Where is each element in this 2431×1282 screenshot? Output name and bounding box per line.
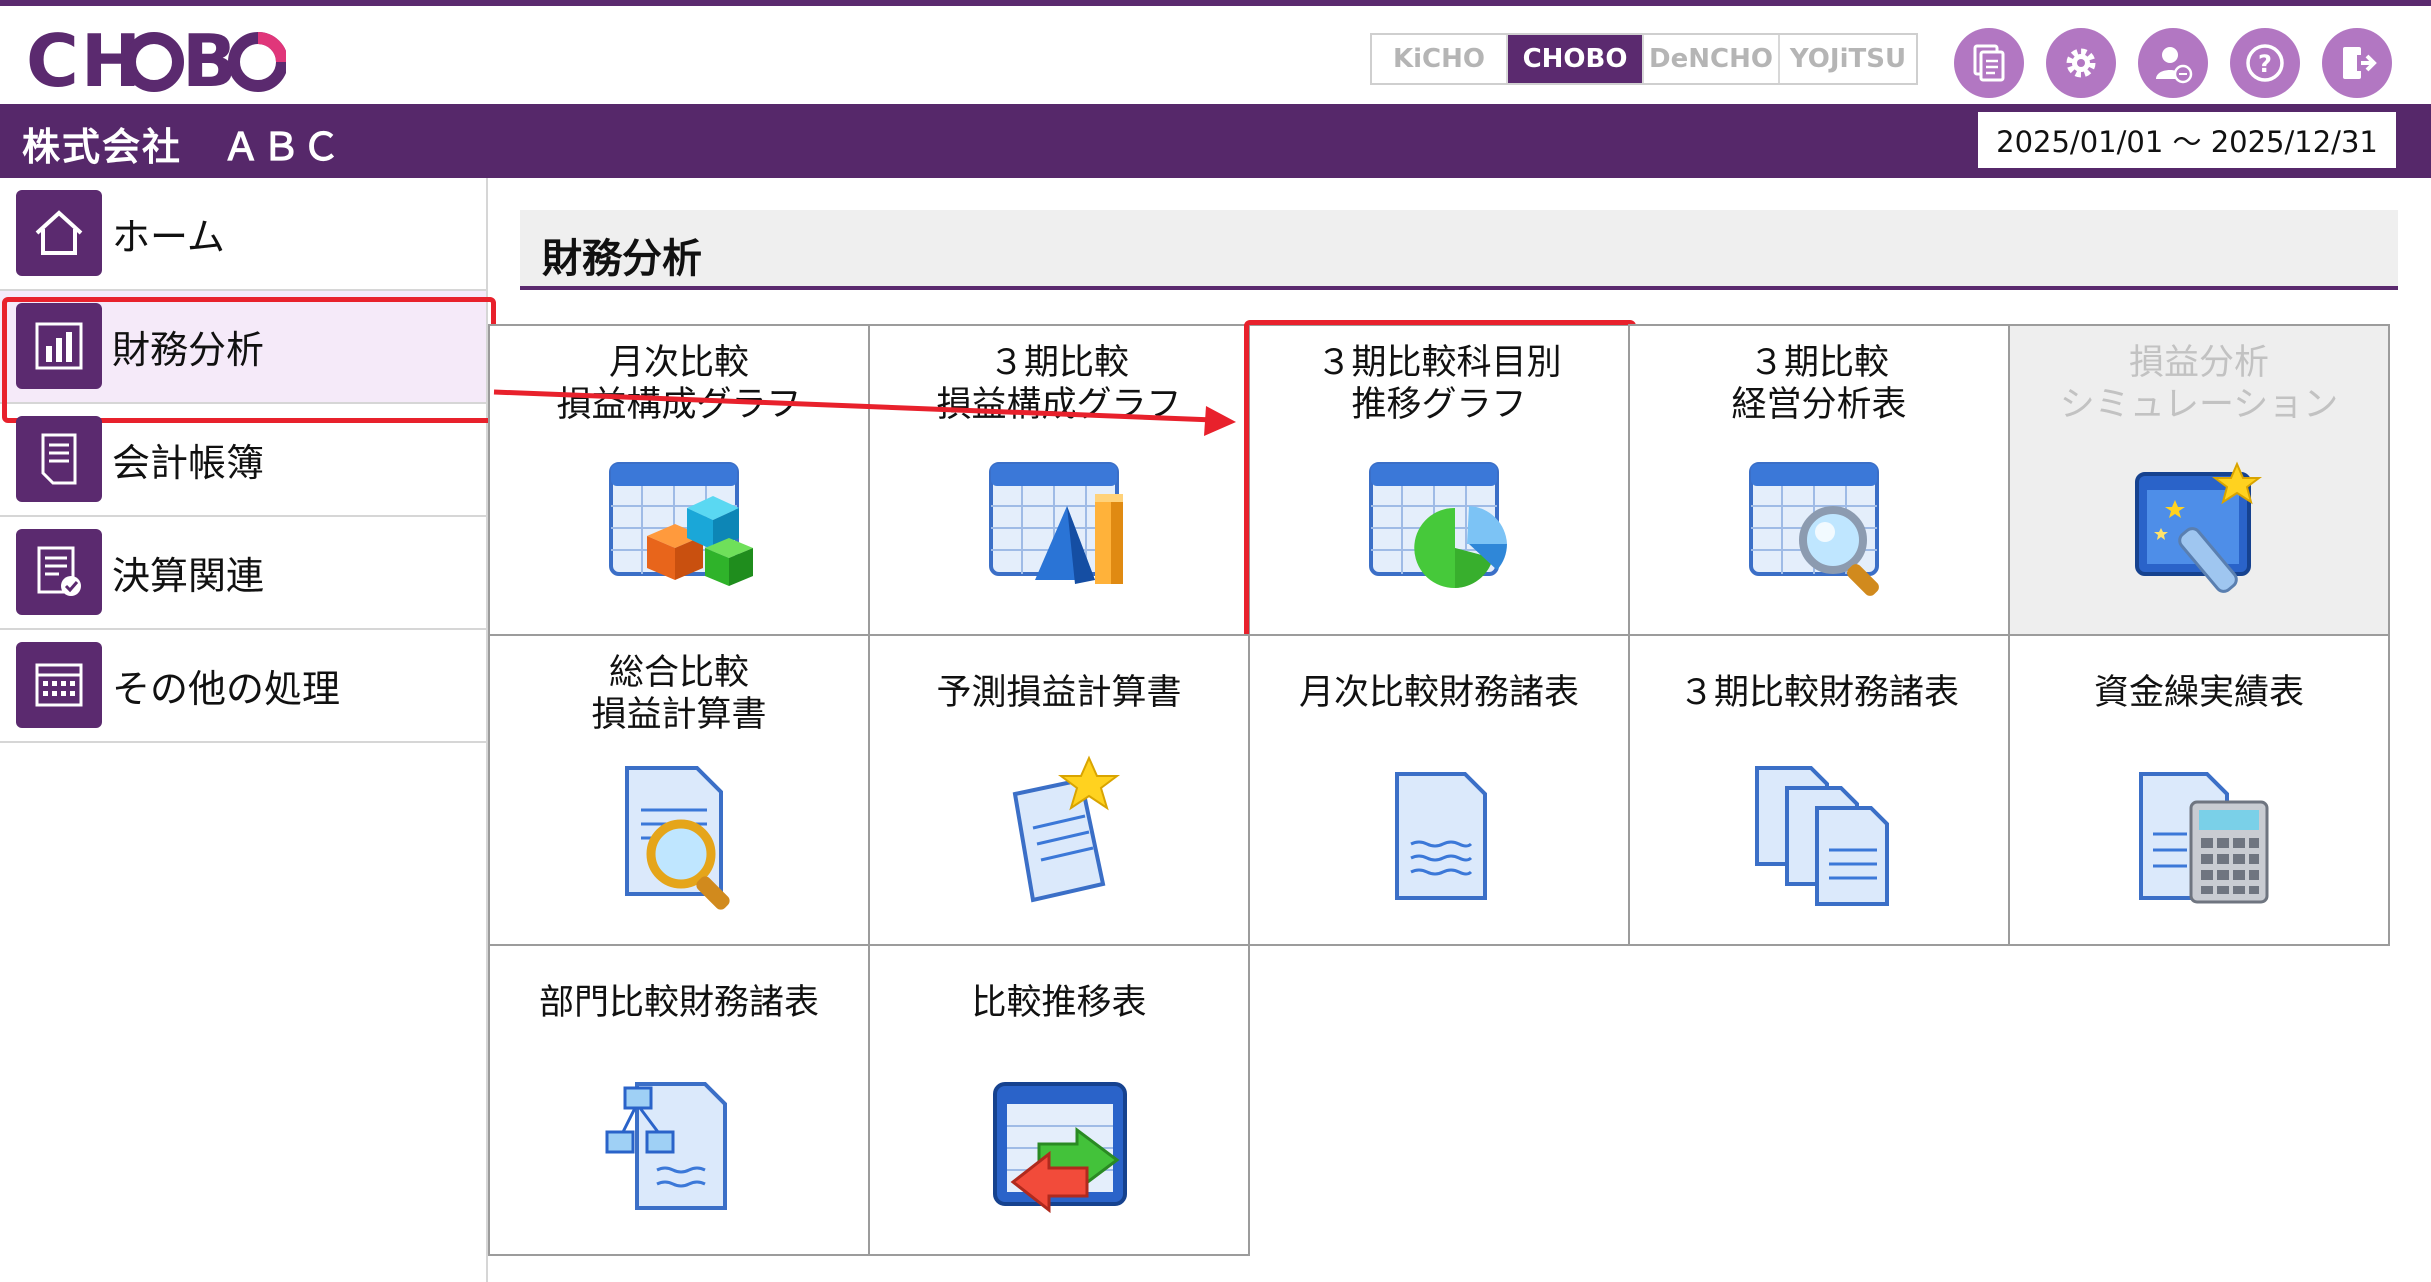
- document-icon: [1395, 772, 1487, 900]
- wand-icon: [2135, 461, 2262, 593]
- tile-pl-analysis-simulation[interactable]: 損益分析 シミュレーション: [2008, 324, 2390, 636]
- tile-label: 部門比較財務諸表: [538, 983, 819, 1023]
- tile-label: ３期比較財務諸表: [1678, 673, 1959, 713]
- tile-forecast-pl-statement[interactable]: 予測損益計算書: [868, 634, 1250, 946]
- tile-department-financial-statements[interactable]: 部門比較財務諸表: [488, 944, 870, 1256]
- calculator-document-icon: [2139, 772, 2269, 904]
- sidebar-item-label: 会計帳簿: [112, 441, 265, 485]
- gear-icon[interactable]: [2046, 28, 2116, 98]
- page-title-bar: 財務分析: [520, 210, 2398, 290]
- tile-label: 資金繰実績表: [2093, 673, 2304, 713]
- sidebar-item-label: 財務分析: [112, 328, 265, 372]
- tile-label: 月次比較 損益構成グラフ: [556, 343, 802, 425]
- company-name: 株式会社 ＡＢＣ: [22, 125, 343, 169]
- help-icon[interactable]: ?: [2230, 28, 2300, 98]
- stacked-documents-icon: [1755, 766, 1889, 906]
- sidebar-item-label: その他の処理: [112, 667, 341, 711]
- tile-label: ３期比較 経営分析表: [1731, 343, 1907, 425]
- tile-3period-pl-composition-graph[interactable]: ３期比較 損益構成グラフ: [868, 324, 1250, 636]
- tile-comprehensive-pl-statement[interactable]: 総合比較 損益計算書: [488, 634, 870, 946]
- tile-label: 予測損益計算書: [936, 673, 1182, 713]
- sidebar-item-other[interactable]: その他の処理: [0, 630, 486, 743]
- network-document-icon: [605, 1082, 727, 1210]
- tile-monthly-financial-statements[interactable]: 月次比較財務諸表: [1248, 634, 1630, 946]
- tile-comparison-trend-table[interactable]: 比較推移表: [868, 944, 1250, 1256]
- pie-chart-icon: [1369, 462, 1507, 588]
- tile-label: 損益分析 シミュレーション: [2059, 343, 2339, 425]
- tile-label: ３期比較科目別 推移グラフ: [1316, 343, 1562, 425]
- documents-icon[interactable]: [1954, 28, 2024, 98]
- magnifier-document-icon: [625, 766, 730, 910]
- tile-3period-financial-statements[interactable]: ３期比較財務諸表: [1628, 634, 2010, 946]
- mode-chobo[interactable]: CHOBO: [1508, 35, 1644, 83]
- magnifier-chart-icon: [1749, 462, 1879, 596]
- sidebar: ホーム 財務分析 会計帳簿 決算関連 その他の処理: [0, 178, 496, 1282]
- logout-icon[interactable]: [2322, 28, 2392, 98]
- sidebar-item-label: ホーム: [112, 215, 225, 259]
- ledger-icon: [16, 416, 102, 502]
- sidebar-item-settlement[interactable]: 決算関連: [0, 517, 486, 630]
- fiscal-period[interactable]: 2025/01/01 ～ 2025/12/31: [1978, 112, 2396, 168]
- tile-monthly-pl-composition-graph[interactable]: 月次比較 損益構成グラフ: [488, 324, 870, 636]
- page-title: 財務分析: [542, 236, 702, 282]
- mode-yojitsu[interactable]: YOJiTSU: [1780, 35, 1916, 83]
- sidebar-item-home[interactable]: ホーム: [0, 178, 486, 291]
- sidebar-item-label: 決算関連: [112, 554, 265, 598]
- header-icon-bar: ?: [1954, 28, 2392, 98]
- chobo-logo: CH B: [26, 20, 286, 100]
- transfer-window-icon: [993, 1082, 1127, 1214]
- sidebar-item-ledgers[interactable]: 会計帳簿: [0, 404, 486, 517]
- star-document-icon: [1012, 755, 1120, 903]
- tile-label: ３期比較 損益構成グラフ: [936, 343, 1182, 425]
- tile-3period-management-analysis[interactable]: ３期比較 経営分析表: [1628, 324, 2010, 636]
- tile-cash-flow-results[interactable]: 資金繰実績表: [2008, 634, 2390, 946]
- mode-dencho[interactable]: DeNCHO: [1644, 35, 1780, 83]
- tile-label: 総合比較 損益計算書: [591, 653, 767, 735]
- product-mode-switch: KiCHO CHOBO DeNCHO YOJiTSU: [1370, 33, 1918, 85]
- home-icon: [16, 190, 102, 276]
- tile-label: 比較推移表: [971, 983, 1147, 1023]
- bar-chart-icon: [16, 303, 102, 389]
- sidebar-item-financial-analysis[interactable]: 財務分析: [0, 291, 496, 423]
- calendar-icon: [16, 642, 102, 728]
- svg-text:?: ?: [2258, 50, 2272, 78]
- tile-label: 月次比較財務諸表: [1298, 673, 1579, 713]
- bar-cone-chart-icon: [989, 462, 1123, 584]
- mode-kicho[interactable]: KiCHO: [1372, 35, 1508, 83]
- cubes-chart-icon: [609, 462, 753, 586]
- app-header: CH B KiCHO CHOBO DeNCHO YOJiTSU ?: [0, 6, 2431, 104]
- analysis-menu-grid: 月次比較 損益構成グラフ ３期比較 損益構成グラフ ３期比較科目別 推移グラフ: [488, 320, 2398, 1258]
- settlement-icon: [16, 529, 102, 615]
- tile-3period-account-trend-graph[interactable]: ３期比較科目別 推移グラフ: [1244, 320, 1636, 640]
- company-bar: 株式会社 ＡＢＣ 2025/01/01 ～ 2025/12/31: [0, 104, 2431, 178]
- chobo-logo-mark: CH B: [26, 20, 286, 100]
- user-settings-icon[interactable]: [2138, 28, 2208, 98]
